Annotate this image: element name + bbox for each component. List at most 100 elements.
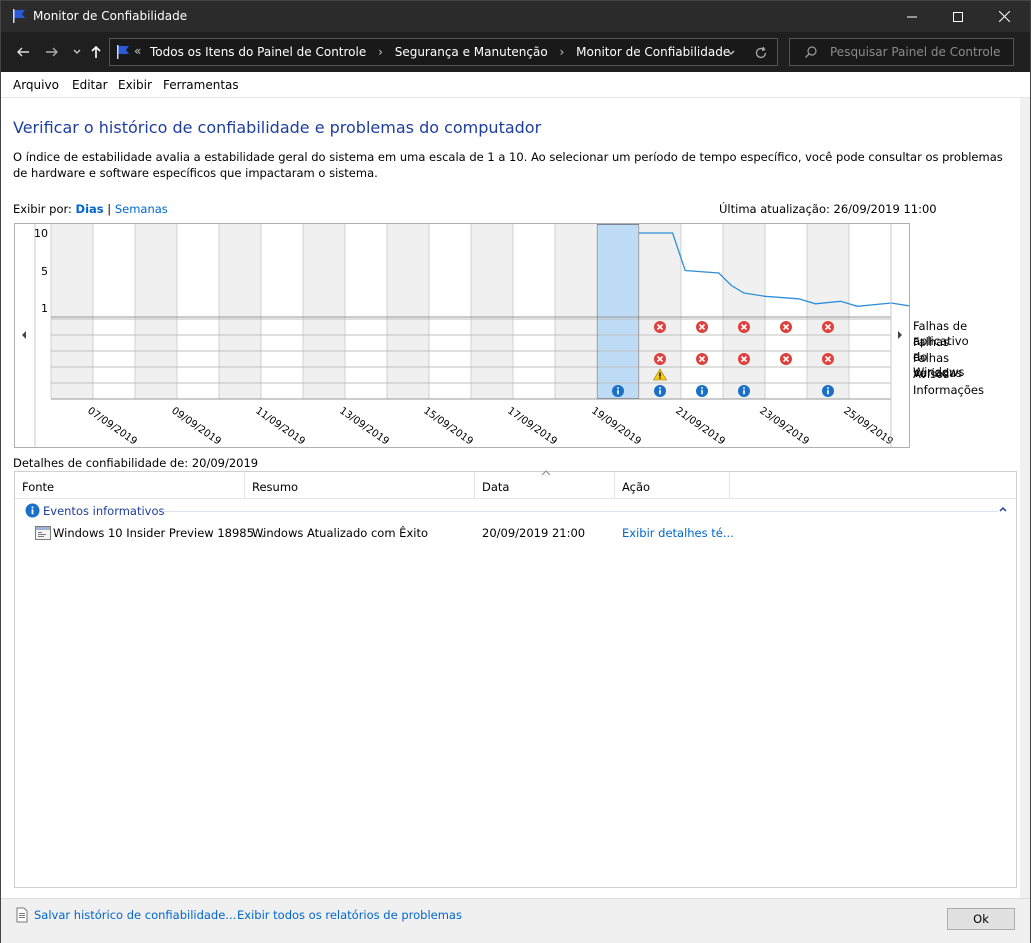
row-date: 20/09/2019 21:00: [482, 526, 586, 540]
day-column[interactable]: [219, 224, 261, 399]
date-tick-label: 09/09/2019: [169, 405, 223, 447]
flag-icon: [13, 9, 25, 23]
day-column[interactable]: [681, 224, 723, 399]
day-column[interactable]: [51, 224, 93, 399]
up-button[interactable]: [86, 42, 106, 62]
day-column[interactable]: [345, 224, 387, 399]
date-tick-label: 17/09/2019: [505, 405, 559, 447]
reliability-monitor-window: Monitor de Confiabilidade « Todos os Ite…: [0, 0, 1031, 943]
maximize-icon: [953, 11, 963, 22]
day-column[interactable]: [177, 224, 219, 399]
view-separator: |: [107, 202, 112, 216]
day-column[interactable]: [303, 224, 345, 399]
view-days-link[interactable]: Dias: [76, 202, 104, 216]
day-column[interactable]: [849, 224, 891, 399]
address-toolbar: « Todos os Itens do Painel de Controle ›…: [1, 32, 1030, 72]
details-table: Fonte Resumo Data Ação Eventos informati…: [14, 470, 1017, 888]
day-column[interactable]: [723, 224, 765, 399]
row-action-link[interactable]: Exibir detalhes té...: [622, 526, 734, 540]
breadcrumb-item[interactable]: Todos os Itens do Painel de Controle: [150, 45, 366, 59]
column-header-action[interactable]: Ação: [615, 472, 730, 498]
menu-tools[interactable]: Ferramentas: [163, 78, 239, 92]
view-by-label: Exibir por:: [13, 202, 72, 216]
day-column[interactable]: [807, 224, 849, 399]
ok-button[interactable]: Ok: [947, 908, 1015, 930]
view-by: Exibir por: Dias | Semanas: [13, 202, 168, 216]
details-label: Detalhes de confiabilidade de: 20/09/201…: [13, 456, 259, 470]
info-icon-dot: [827, 387, 829, 389]
window-app-icon: [35, 526, 51, 540]
group-divider: [163, 511, 998, 512]
day-column[interactable]: [387, 224, 429, 399]
date-tick-label: 15/09/2019: [421, 405, 475, 447]
legend-item: Avisos: [913, 367, 950, 381]
day-column[interactable]: [555, 224, 597, 399]
breadcrumb-item[interactable]: Monitor de Confiabilidade: [576, 45, 730, 59]
menu-bar: Arquivo Editar Exibir Ferramentas: [1, 72, 1030, 98]
day-column[interactable]: [765, 224, 807, 399]
day-column[interactable]: [513, 224, 555, 399]
legend-item: Informações: [913, 383, 984, 397]
flag-icon: [117, 45, 129, 59]
view-reports-link[interactable]: Exibir todos os relatórios de problemas: [237, 908, 462, 922]
menu-file[interactable]: Arquivo: [13, 78, 59, 92]
minimize-button[interactable]: [889, 1, 935, 32]
chevron-down-icon: [73, 49, 81, 54]
column-header-source[interactable]: Fonte: [15, 472, 245, 498]
arrow-left-icon: [17, 47, 29, 57]
footer-bar: Salvar histórico de confiabilidade... Ex…: [1, 898, 1030, 943]
day-column[interactable]: [135, 224, 177, 399]
search-placeholder: Pesquisar Painel de Controle: [830, 45, 1001, 59]
info-icon-bar: [701, 389, 703, 395]
forward-button[interactable]: [42, 42, 62, 62]
info-icon-dot: [659, 387, 661, 389]
menu-view[interactable]: Exibir: [118, 78, 152, 92]
menu-edit[interactable]: Editar: [72, 78, 108, 92]
chevron-right-icon[interactable]: [898, 331, 902, 339]
day-column[interactable]: [471, 224, 513, 399]
column-header-summary[interactable]: Resumo: [245, 472, 475, 498]
table-row[interactable]: Windows 10 Insider Preview 18985... Wind…: [15, 523, 1015, 543]
save-document-icon: [16, 907, 28, 923]
group-header-informational[interactable]: Eventos informativos: [25, 503, 165, 518]
day-column[interactable]: [93, 224, 135, 399]
info-icon-dot: [701, 387, 703, 389]
info-icon-bar: [743, 389, 745, 395]
warning-icon-dot: [659, 377, 661, 379]
back-button[interactable]: [13, 42, 33, 62]
minimize-icon: [907, 16, 917, 17]
view-weeks-link[interactable]: Semanas: [115, 202, 168, 216]
recent-locations-button[interactable]: [67, 42, 87, 62]
address-bar[interactable]: « Todos os Itens do Painel de Controle ›…: [109, 38, 778, 66]
day-column[interactable]: [261, 224, 303, 399]
close-icon: [998, 11, 1010, 22]
chevrons-left-icon[interactable]: «: [134, 44, 141, 58]
arrow-right-icon: [46, 47, 58, 57]
window-title: Monitor de Confiabilidade: [33, 9, 188, 23]
reliability-chart-svg[interactable]: 10 5 1 07/09/2019 09/09/2019 11/09/2019 13/09/…: [15, 224, 942, 448]
chevron-right-icon[interactable]: ›: [378, 45, 383, 59]
page-description: O índice de estabilidade avalia a estabi…: [13, 150, 1003, 180]
breadcrumb-item[interactable]: Segurança e Manutenção: [395, 45, 548, 59]
chevron-up-icon[interactable]: [998, 505, 1008, 513]
info-icon-bar: [617, 389, 619, 395]
arrow-up-icon: [91, 45, 101, 58]
reliability-chart[interactable]: 10 5 1 07/09/2019 09/09/2019 11/09/2019 13/09/…: [14, 223, 942, 448]
chevron-right-icon[interactable]: ›: [560, 45, 565, 59]
info-icon: [25, 503, 40, 518]
save-history-link[interactable]: Salvar histórico de confiabilidade...: [34, 908, 236, 922]
vertical-scrollbar[interactable]: [1020, 98, 1030, 898]
page-title: Verificar o histórico de confiabilidade …: [13, 118, 542, 137]
date-tick-label: 19/09/2019: [589, 405, 643, 447]
info-icon-bar: [659, 389, 661, 395]
selected-day-column[interactable]: [597, 224, 639, 399]
day-column[interactable]: [429, 224, 471, 399]
date-tick-label: 21/09/2019: [673, 405, 727, 447]
refresh-icon[interactable]: [754, 46, 768, 60]
group-title: Eventos informativos: [43, 503, 165, 518]
chevron-down-icon[interactable]: [726, 48, 736, 58]
close-button[interactable]: [981, 1, 1027, 32]
maximize-button[interactable]: [935, 1, 981, 32]
header-divider: [15, 498, 1016, 499]
search-box[interactable]: Pesquisar Painel de Controle: [789, 38, 1014, 66]
